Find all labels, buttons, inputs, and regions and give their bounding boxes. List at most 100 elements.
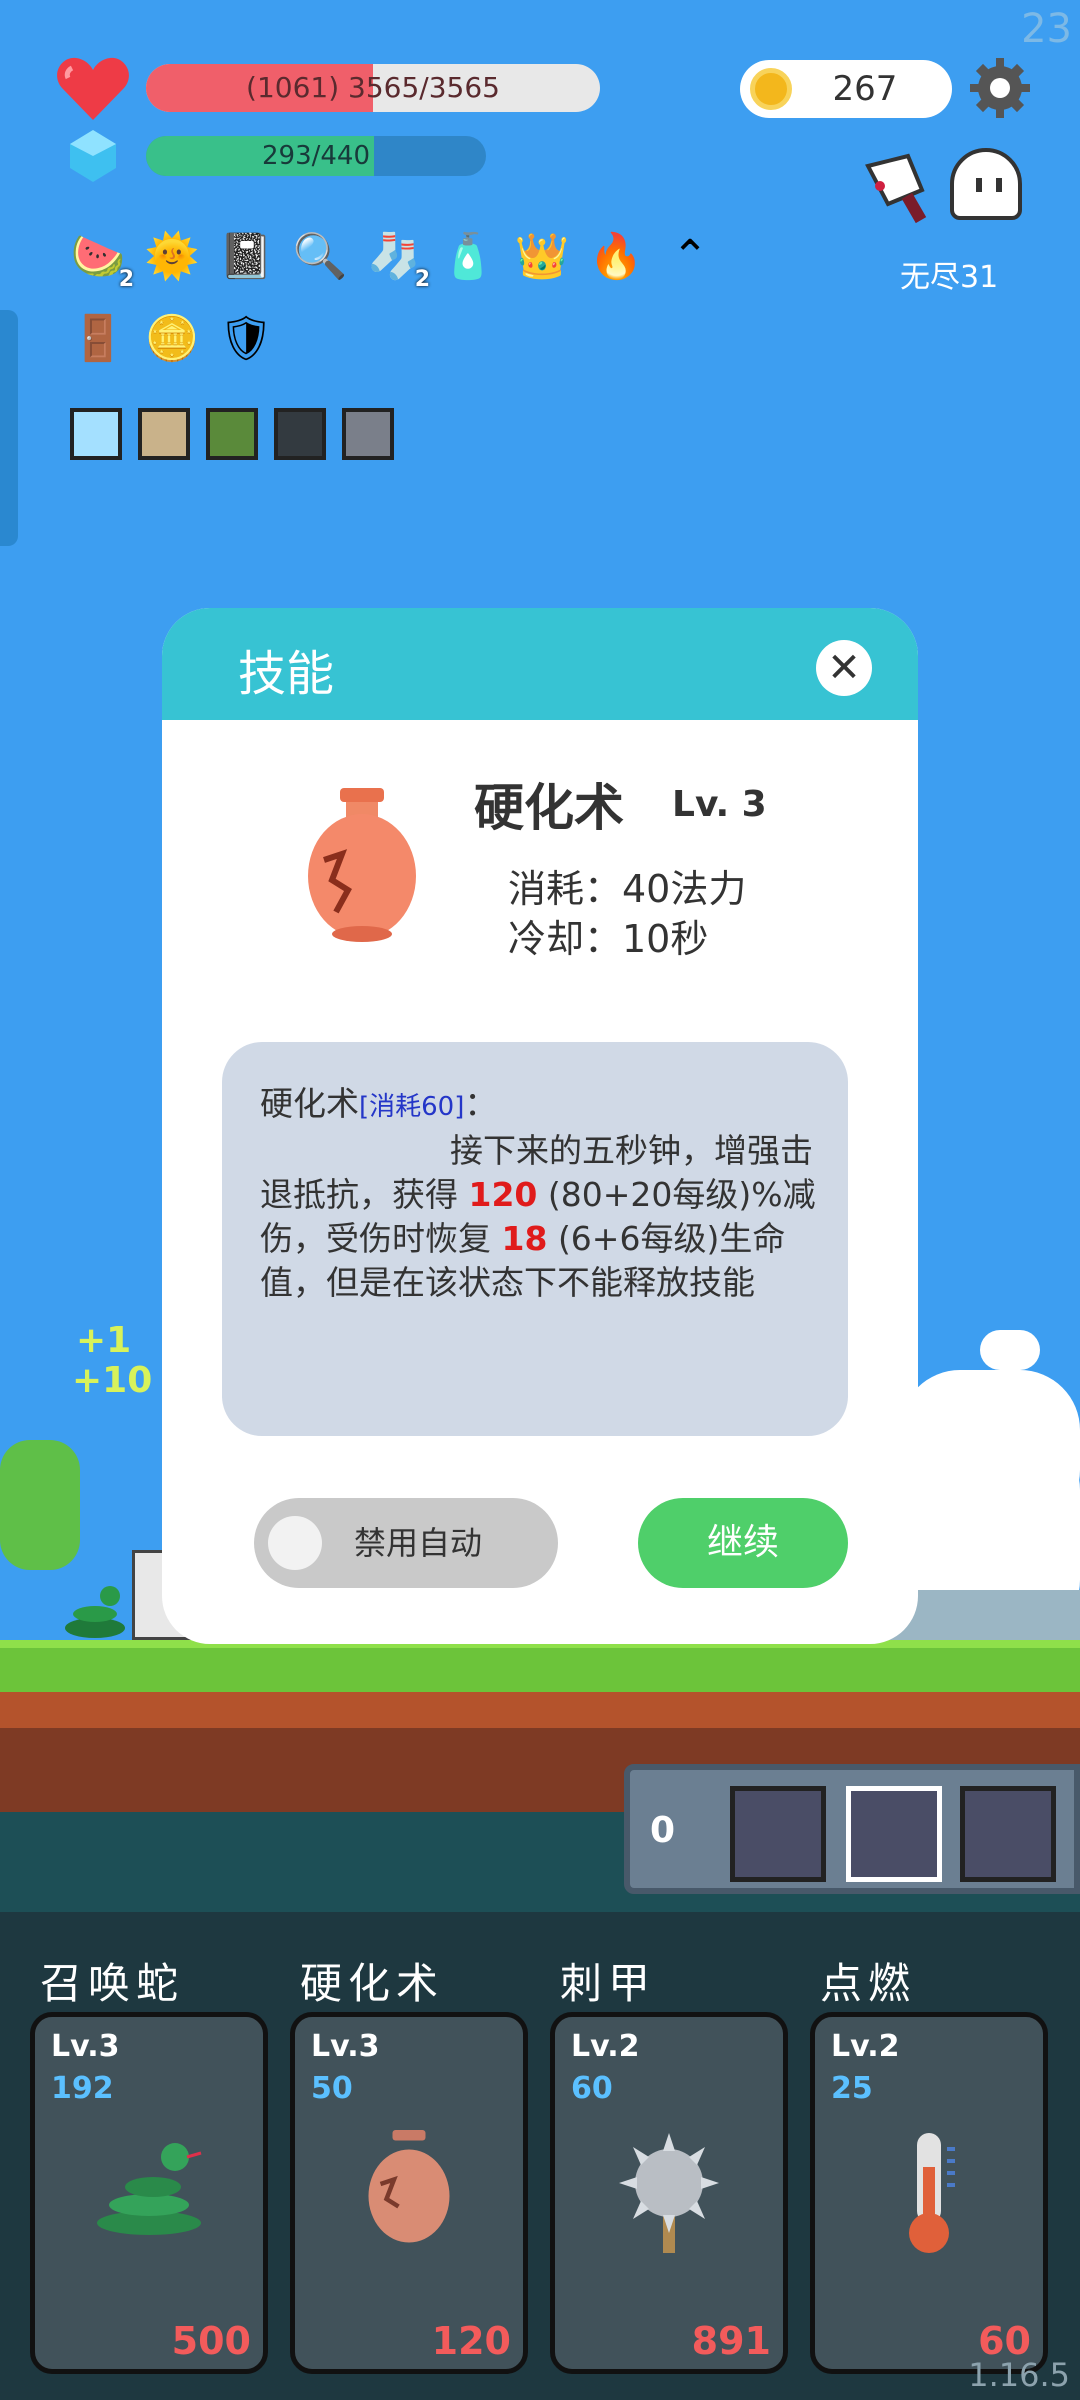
skill-card-damage: 891 [691,2319,771,2363]
watermelon-icon-glyph: 🍉 [70,231,126,282]
empty-slot[interactable] [960,1786,1056,1882]
toggle-label: 禁用自动 [354,1524,483,1562]
cloud [980,1330,1040,1370]
crown-icon[interactable]: 👑 [512,226,572,286]
hp-text: (1061) 3565/3565 [246,71,500,104]
coins-icon[interactable]: 🪙 [142,308,202,368]
empty-slot[interactable] [730,1786,826,1882]
skill-card-title: 召唤蛇 [40,1959,185,2008]
skill-name: 硬化术 [474,779,624,837]
mp-text: 293/440 [261,141,370,171]
skill-card[interactable]: Lv.3 192 500 [30,2012,268,2374]
thermometer-icon [889,2127,969,2261]
skill-card-title: 点燃 [820,1959,917,2008]
crown-icon-glyph: 👑 [514,231,570,282]
heart-icon [56,56,130,122]
snake-gear-icon[interactable] [206,408,258,460]
desc-colon: ： [464,1084,498,1123]
potion-bottle-icon-glyph: 🧴 [440,231,496,282]
skill-card-damage: 500 [171,2319,251,2363]
skill-card-level: Lv.3 [311,2029,380,2064]
skill-card[interactable]: Lv.2 25 60 [810,2012,1048,2374]
ghost-icon[interactable] [950,148,1022,220]
armor-gear-icon[interactable] [138,408,190,460]
lightbulb-gear-icon[interactable] [70,408,122,460]
floating-heal-text: +1 [76,1320,132,1361]
desc-cost-tag: [消耗60] [359,1092,465,1122]
sun-icon-glyph: 🌞 [144,231,200,282]
skull-book-icon-glyph: 📓 [218,231,274,282]
cleaver-icon[interactable] [858,146,942,230]
side-drawer-tab[interactable] [0,310,18,546]
door-icon[interactable]: 🚪 [68,308,128,368]
skill-card-level: Lv.3 [51,2029,120,2064]
skill-card[interactable]: Lv.2 60 891 [550,2012,788,2374]
potion-bottle-icon[interactable]: 🧴 [438,226,498,286]
skill-card-value: 192 [51,2071,114,2106]
continue-button[interactable]: 继续 [638,1498,848,1588]
corner-counter: 23 [1021,6,1072,52]
snake-icon [89,2127,209,2241]
dark-armor-gear-icon[interactable] [274,408,326,460]
skill-card-value: 25 [831,2071,873,2106]
fire-icon[interactable]: 🔥 [586,226,646,286]
snake-sprite [60,1580,130,1640]
floating-heal-text: +10 [72,1360,153,1401]
endless-mode-label: 无尽31 [900,260,999,295]
sock-icon[interactable]: 🧦 2 [364,226,430,292]
skill-card[interactable]: Lv.3 50 120 [290,2012,528,2374]
mp-bar: 293/440 [146,136,486,176]
desc-value-2: 18 [501,1219,548,1258]
sun-icon[interactable]: 🌞 [142,226,202,286]
settings-gear-icon[interactable] [968,56,1032,120]
hp-bar: (1061) 3565/3565 [146,64,600,112]
skill-card-level: Lv.2 [831,2029,900,2064]
item-count-badge: 2 [118,267,134,292]
helmet-gear-icon[interactable] [342,408,394,460]
vase-icon [359,2127,459,2251]
toggle-knob [268,1516,322,1570]
skill-card-level: Lv.2 [571,2029,640,2064]
skill-cost: 消耗：40法力 [508,867,747,911]
tree [0,1440,80,1570]
shield-icon-glyph: 🛡 [218,313,274,364]
collapse-chevron-icon[interactable]: ⌃ [660,226,720,286]
watermelon-icon[interactable]: 🍉 2 [68,226,134,292]
coin-icon [750,68,792,110]
disable-auto-toggle[interactable]: 禁用自动 [254,1498,558,1588]
skull-book-icon[interactable]: 📓 [216,226,276,286]
fire-icon-glyph: 🔥 [588,231,644,282]
spiked-mace-icon [609,2127,729,2261]
close-button[interactable]: ✕ [816,640,872,696]
desc-value-1: 120 [468,1175,538,1214]
close-icon: ✕ [827,645,861,691]
skill-card-damage: 120 [431,2319,511,2363]
gold-value: 267 [832,69,898,109]
door-icon-glyph: 🚪 [70,313,126,364]
slot-bar: 0 [624,1764,1080,1894]
skill-card-title: 硬化术 [300,1959,445,2008]
grass-ground [0,1640,1080,1692]
sock-icon-glyph: 🧦 [366,231,422,282]
dialog-header: 技能 ✕ [162,608,918,720]
gold-counter: 267 [740,60,952,118]
skill-cooldown: 冷却：10秒 [508,917,709,961]
skill-description-box: 硬化术[消耗60]： 接下来的五秒钟，增强击退抵抗，获得 120 (80+20每… [222,1042,848,1436]
skill-card-title: 刺甲 [560,1959,657,2008]
slot-count: 0 [650,1810,676,1851]
skill-level: Lv. 3 [672,784,767,825]
version-label: 1.16.5 [968,2356,1070,2394]
collapse-chevron-icon-glyph: ⌃ [671,230,709,282]
skill-dialog: 技能 ✕ 硬化术 Lv. 3 消耗：40法力 冷却：10秒 硬化术[消耗60]：… [162,608,918,1644]
mana-gem-icon [68,128,118,184]
vase-icon [302,784,422,944]
empty-slot-selected[interactable] [846,1786,942,1882]
desc-skill-name: 硬化术 [260,1084,359,1123]
skill-card-value: 60 [571,2071,613,2106]
shield-icon[interactable]: 🛡 [216,308,276,368]
magnifier-icon-glyph: 🔍 [292,231,348,282]
skill-card-value: 50 [311,2071,353,2106]
skill-description: 硬化术[消耗60]： 接下来的五秒钟，增强击退抵抗，获得 120 (80+20每… [260,1082,820,1305]
coins-icon-glyph: 🪙 [144,313,200,364]
magnifier-icon[interactable]: 🔍 [290,226,350,286]
